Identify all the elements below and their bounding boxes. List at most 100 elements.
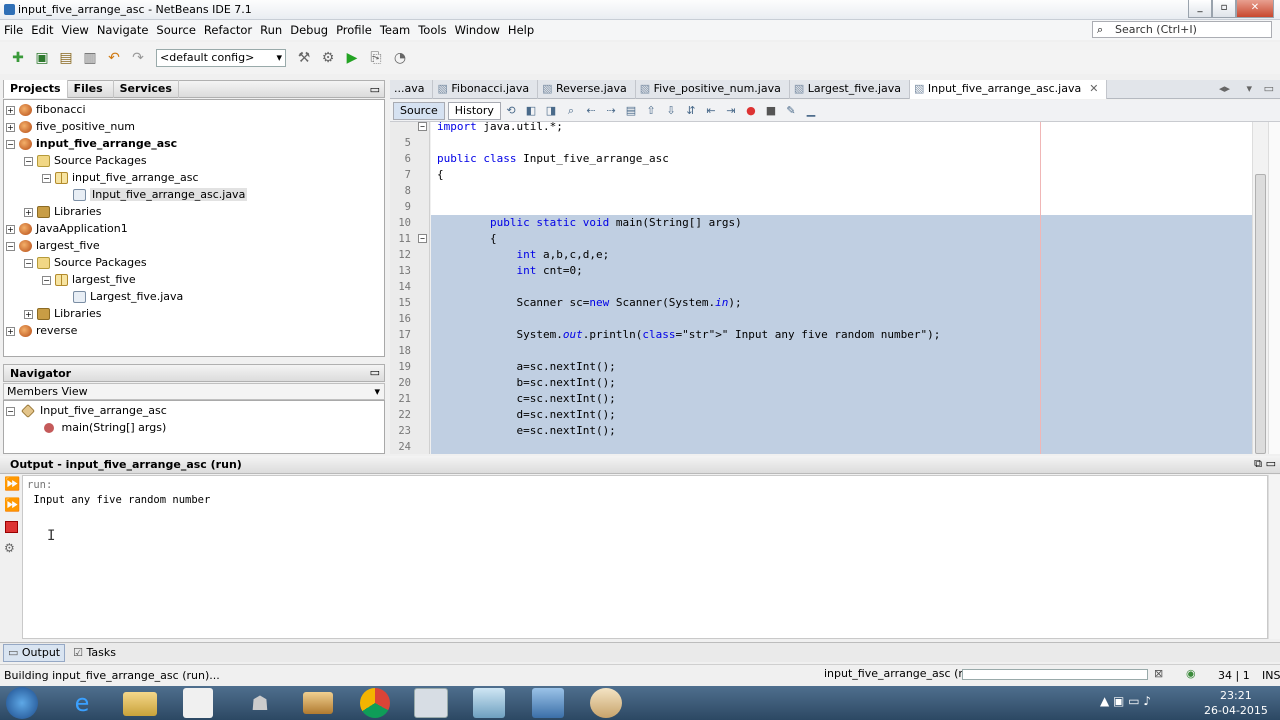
forward-icon[interactable]: ◨ xyxy=(543,104,559,118)
close-button[interactable]: ✕ xyxy=(1236,0,1274,18)
editor-tab[interactable]: ▧ Input_five_arrange_asc.java ✕ xyxy=(910,79,1108,99)
app-icon-4[interactable] xyxy=(473,688,505,718)
tab-nav-icon[interactable]: ◂▸ xyxy=(1219,82,1230,95)
media-player-icon[interactable] xyxy=(183,688,213,718)
expand-icon[interactable]: + xyxy=(6,122,15,132)
record-macro-icon[interactable]: ● xyxy=(743,104,759,118)
editor-tab[interactable]: ▧ Fibonacci.java xyxy=(433,79,539,99)
tree-node[interactable]: + five_positive_num xyxy=(6,118,135,135)
redo-icon[interactable]: ↷ xyxy=(128,48,148,68)
menu-view[interactable]: View xyxy=(58,20,93,40)
app-icon-1[interactable]: ☗ xyxy=(240,688,280,718)
find-icon[interactable]: ⌕ xyxy=(563,104,579,118)
expand-icon[interactable]: + xyxy=(24,309,33,319)
chrome-icon[interactable] xyxy=(360,688,390,718)
navigator-method-row[interactable]: main(String[] args) xyxy=(44,419,166,436)
tree-node[interactable]: + Libraries xyxy=(24,203,102,220)
tree-node[interactable]: − Source Packages xyxy=(24,152,147,169)
tree-node[interactable]: + JavaApplication1 xyxy=(6,220,128,237)
search-input[interactable]: ⌕ Search (Ctrl+I) xyxy=(1092,21,1272,38)
history-tab[interactable]: History xyxy=(447,101,501,120)
menu-navigate[interactable]: Navigate xyxy=(93,20,153,40)
prev-bookmark-icon[interactable]: ⇧ xyxy=(643,104,659,118)
shift-right-icon[interactable]: ⇥ xyxy=(723,104,739,118)
collapse-icon[interactable]: − xyxy=(42,173,51,183)
comment-icon[interactable]: ✎ xyxy=(783,104,799,118)
config-select[interactable]: <default config> xyxy=(156,49,286,67)
collapse-icon[interactable]: − xyxy=(6,139,15,149)
next-bookmark-icon[interactable]: ⇩ xyxy=(663,104,679,118)
running-task-label[interactable]: input_five_arrange_asc (run) xyxy=(824,667,981,680)
close-tab-icon[interactable]: ✕ xyxy=(1089,82,1098,95)
menu-window[interactable]: Window xyxy=(451,20,504,40)
menu-debug[interactable]: Debug xyxy=(286,20,332,40)
source-tab[interactable]: Source xyxy=(393,101,445,120)
settings-icon[interactable]: ⚙ xyxy=(4,541,15,555)
members-view-select[interactable]: Members View ▾ xyxy=(3,383,385,400)
start-button[interactable] xyxy=(6,687,38,719)
undo-icon[interactable]: ↶ xyxy=(104,48,124,68)
run-icon[interactable]: ▶ xyxy=(342,48,362,68)
menu-edit[interactable]: Edit xyxy=(27,20,57,40)
restore-output-icon[interactable]: ⧉ xyxy=(1254,457,1262,471)
editor-tab[interactable]: ...ava xyxy=(390,79,434,99)
menu-help[interactable]: Help xyxy=(504,20,538,40)
menu-run[interactable]: Run xyxy=(256,20,286,40)
stop-icon[interactable] xyxy=(5,521,18,533)
editor-scrollbar[interactable] xyxy=(1252,122,1268,454)
clean-build-icon[interactable]: ⚙ xyxy=(318,48,338,68)
tree-node[interactable]: Largest_five.java xyxy=(60,288,183,305)
profile-icon[interactable]: ◔ xyxy=(390,48,410,68)
editor-tab[interactable]: ▧ Reverse.java xyxy=(538,79,636,99)
save-all-icon[interactable]: ▥ xyxy=(80,48,100,68)
expand-icon[interactable]: + xyxy=(6,326,15,336)
collapse-icon[interactable]: − xyxy=(6,406,15,416)
expand-icon[interactable]: + xyxy=(24,207,33,217)
toggle-bookmark-icon[interactable]: ⇵ xyxy=(683,104,699,118)
menu-source[interactable]: Source xyxy=(152,20,200,40)
tree-node[interactable]: + reverse xyxy=(6,322,77,339)
paint-icon[interactable] xyxy=(590,688,622,718)
clock-time[interactable]: 23:21 xyxy=(1220,689,1252,702)
fold-icon[interactable]: − xyxy=(418,122,427,131)
find-next-icon[interactable]: ⇢ xyxy=(603,104,619,118)
collapse-icon[interactable]: − xyxy=(6,241,15,251)
maximize-editor-icon[interactable]: ▭ xyxy=(1264,82,1274,95)
app-icon-2[interactable] xyxy=(303,692,333,714)
menu-profile[interactable]: Profile xyxy=(332,20,376,40)
fold-icon[interactable]: − xyxy=(418,234,427,243)
collapse-icon[interactable]: − xyxy=(42,275,51,285)
editor-tab[interactable]: ▧ Largest_five.java xyxy=(790,79,910,99)
stop-macro-icon[interactable]: ■ xyxy=(763,104,779,118)
menu-tools[interactable]: Tools xyxy=(414,20,450,40)
menu-refactor[interactable]: Refactor xyxy=(200,20,256,40)
new-file-icon[interactable]: ✚ xyxy=(8,48,28,68)
tab-projects[interactable]: Projects xyxy=(4,80,68,98)
tab-services[interactable]: Services xyxy=(114,80,179,98)
clock-date[interactable]: 26-04-2015 xyxy=(1204,704,1268,717)
build-icon[interactable]: ⚒ xyxy=(294,48,314,68)
tree-node[interactable]: Input_five_arrange_asc.java xyxy=(60,186,248,203)
minimize-navigator-icon[interactable]: ▭ xyxy=(370,366,380,379)
netbeans-taskbar-icon[interactable] xyxy=(532,688,564,718)
code-editor[interactable]: import java.util.*; public class Input_fi… xyxy=(431,122,1252,454)
ie-icon[interactable]: e xyxy=(62,688,102,718)
new-project-icon[interactable]: ▣ xyxy=(32,48,52,68)
debug-icon[interactable]: ⎘ xyxy=(366,48,386,68)
expand-icon[interactable]: + xyxy=(6,224,15,234)
last-edit-icon[interactable]: ⟲ xyxy=(503,104,519,118)
minimize-button[interactable]: _ xyxy=(1188,0,1212,18)
output-console[interactable]: run: Input any five random number I xyxy=(22,475,1268,639)
find-prev-icon[interactable]: ⇠ xyxy=(583,104,599,118)
minimize-output-icon[interactable]: ▭ xyxy=(1266,457,1276,470)
scrollbar-thumb[interactable] xyxy=(1255,174,1266,454)
cancel-task-icon[interactable]: ⊠ xyxy=(1154,667,1163,680)
explorer-icon[interactable] xyxy=(123,692,157,716)
rerun-with-params-icon[interactable]: ⏩ xyxy=(4,498,20,513)
toggle-highlight-icon[interactable]: ▤ xyxy=(623,104,639,118)
minimize-panel-icon[interactable]: ▭ xyxy=(370,83,380,96)
tree-node[interactable]: − input_five_arrange_asc xyxy=(42,169,199,186)
tree-node[interactable]: + Libraries xyxy=(24,305,102,322)
shift-left-icon[interactable]: ⇤ xyxy=(703,104,719,118)
maximize-button[interactable]: ▫ xyxy=(1212,0,1236,18)
